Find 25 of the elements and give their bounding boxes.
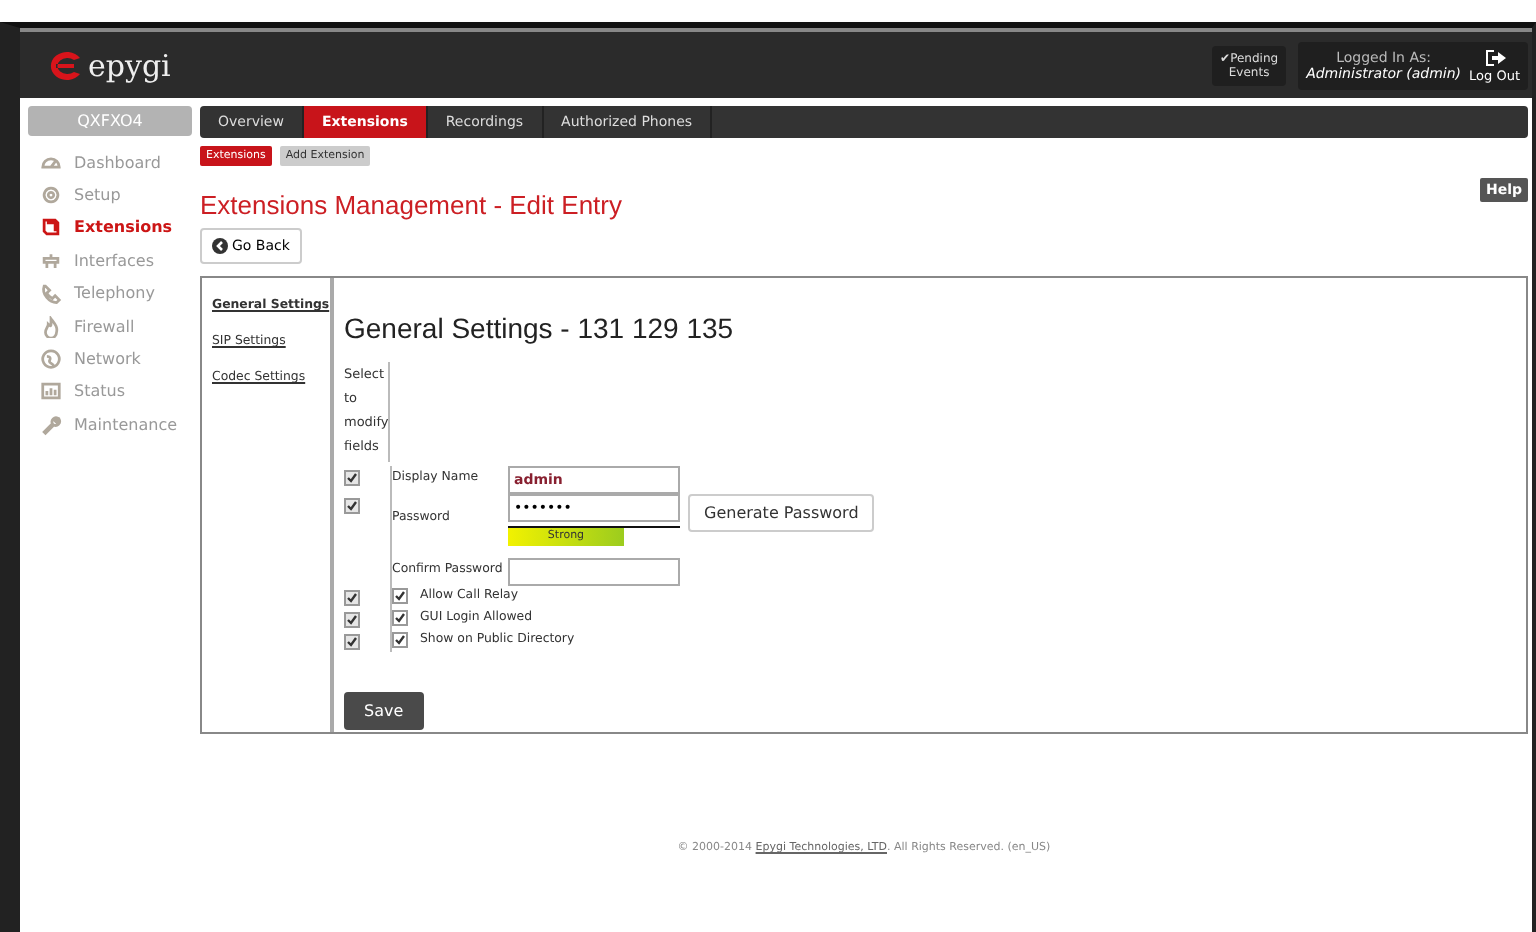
section-title: General Settings - 131 129 135 [344, 312, 736, 344]
gear-icon [40, 184, 62, 207]
input-field[interactable] [508, 558, 680, 586]
back-icon [212, 238, 228, 254]
save-button[interactable]: Save [344, 692, 424, 730]
device-name: QXFXO4 [28, 106, 192, 136]
flame-icon [40, 315, 62, 338]
checkbox[interactable] [344, 470, 360, 486]
chart-icon [40, 380, 62, 403]
checkbox[interactable] [344, 590, 360, 606]
checkbox[interactable] [392, 632, 408, 648]
plug-icon [40, 249, 62, 272]
checkbox[interactable] [344, 498, 360, 514]
phone-icon [40, 282, 62, 305]
generate-password-button[interactable]: Generate Password [688, 494, 875, 532]
checkbox[interactable] [344, 612, 360, 628]
wrench-icon [40, 413, 62, 436]
page-title: Extensions Management - Edit Entry [200, 190, 622, 220]
sidebar-item[interactable]: Extensions [28, 211, 192, 245]
checkbox[interactable] [392, 610, 408, 626]
checkbox[interactable] [392, 588, 408, 604]
checkbox[interactable] [344, 634, 360, 650]
globe-icon [40, 348, 62, 371]
logo-text: epygi [88, 47, 171, 83]
logout-icon [1483, 47, 1506, 67]
